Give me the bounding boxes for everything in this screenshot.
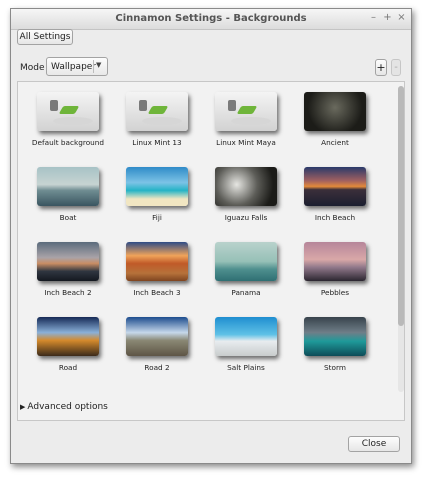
advanced-options-label: Advanced options (27, 402, 108, 412)
wallpaper-caption: Iguazu Falls (224, 213, 268, 222)
wallpaper-item[interactable]: Storm (295, 317, 375, 372)
wallpaper-thumbnail[interactable] (37, 167, 99, 206)
remove-wallpaper-button[interactable]: - (391, 59, 401, 76)
scrollbar[interactable] (398, 86, 404, 392)
mode-label: Mode (20, 63, 45, 73)
wallpaper-item[interactable]: Fiji (117, 167, 197, 222)
wallpaper-item[interactable]: Boat (28, 167, 108, 222)
wallpaper-thumbnail[interactable] (37, 92, 99, 131)
wallpaper-thumbnail[interactable] (304, 167, 366, 206)
mode-select-divider (93, 60, 94, 73)
wallpaper-item[interactable]: Pebbles (295, 242, 375, 297)
close-button[interactable]: Close (348, 436, 400, 452)
wallpaper-caption: Salt Plains (227, 363, 265, 372)
add-wallpaper-button[interactable]: + (375, 59, 387, 76)
expander-arrow-icon: ▶ (20, 403, 26, 411)
wallpaper-caption: Inch Beach 2 (44, 288, 92, 297)
wallpaper-caption: Storm (324, 363, 346, 372)
wallpaper-grid-panel: Default background Linux Mint 13 Linux Min… (17, 81, 405, 421)
wallpaper-thumbnail[interactable] (215, 242, 277, 281)
wallpaper-item[interactable]: Linux Mint 13 (117, 92, 197, 147)
wallpaper-item[interactable]: Inch Beach 3 (117, 242, 197, 297)
wallpaper-thumbnail[interactable] (215, 317, 277, 356)
wallpaper-item[interactable]: Inch Beach (295, 167, 375, 222)
wallpaper-caption: Inch Beach (314, 213, 356, 222)
wallpaper-caption: Pebbles (320, 288, 350, 297)
maximize-button[interactable]: + (382, 12, 393, 24)
scrollbar-thumb[interactable] (398, 86, 404, 326)
wallpaper-item[interactable]: Panama (206, 242, 286, 297)
wallpaper-caption: Default background (31, 138, 105, 147)
wallpaper-caption: Ancient (321, 138, 349, 147)
wallpaper-item[interactable]: Ancient (295, 92, 375, 147)
wallpaper-thumbnail[interactable] (126, 242, 188, 281)
wallpaper-thumbnail[interactable] (126, 92, 188, 131)
wallpaper-caption: Panama (231, 288, 261, 297)
wallpaper-thumbnail[interactable] (126, 167, 188, 206)
all-settings-button[interactable]: All Settings (17, 29, 73, 45)
wallpaper-caption: Inch Beach 3 (133, 288, 181, 297)
chevron-down-icon: ▼ (96, 61, 102, 69)
wallpaper-thumbnail[interactable] (126, 317, 188, 356)
wallpaper-thumbnail[interactable] (37, 242, 99, 281)
settings-window: Cinnamon Settings - Backgrounds – + × Al… (10, 8, 412, 464)
mode-select[interactable]: Wallpaper ▼ (46, 57, 108, 76)
close-window-button[interactable]: × (396, 12, 407, 24)
minimize-button[interactable]: – (368, 12, 379, 24)
wallpaper-thumbnail[interactable] (304, 317, 366, 356)
wallpaper-thumbnail[interactable] (215, 167, 277, 206)
wallpaper-item[interactable]: Iguazu Falls (206, 167, 286, 222)
wallpaper-thumbnail[interactable] (37, 317, 99, 356)
wallpaper-item[interactable]: Road (28, 317, 108, 372)
advanced-options-expander[interactable]: ▶ Advanced options (20, 402, 108, 412)
wallpaper-caption: Fiji (152, 213, 162, 222)
wallpaper-thumbnail[interactable] (215, 92, 277, 131)
window-title: Cinnamon Settings - Backgrounds (115, 13, 307, 24)
wallpaper-item[interactable]: Default background (28, 92, 108, 147)
wallpaper-caption: Road 2 (144, 363, 170, 372)
wallpaper-caption: Linux Mint 13 (132, 138, 182, 147)
title-bar[interactable]: Cinnamon Settings - Backgrounds – + × (11, 9, 411, 30)
wallpaper-caption: Linux Mint Maya (216, 138, 276, 147)
wallpaper-caption: Road (58, 363, 78, 372)
wallpaper-item[interactable]: Inch Beach 2 (28, 242, 108, 297)
wallpaper-item[interactable]: Road 2 (117, 317, 197, 372)
wallpaper-item[interactable]: Salt Plains (206, 317, 286, 372)
wallpaper-caption: Boat (59, 213, 77, 222)
wallpaper-thumbnail[interactable] (304, 92, 366, 131)
wallpaper-item[interactable]: Linux Mint Maya (206, 92, 286, 147)
wallpaper-thumbnail[interactable] (304, 242, 366, 281)
mode-select-value: Wallpaper (51, 62, 97, 72)
